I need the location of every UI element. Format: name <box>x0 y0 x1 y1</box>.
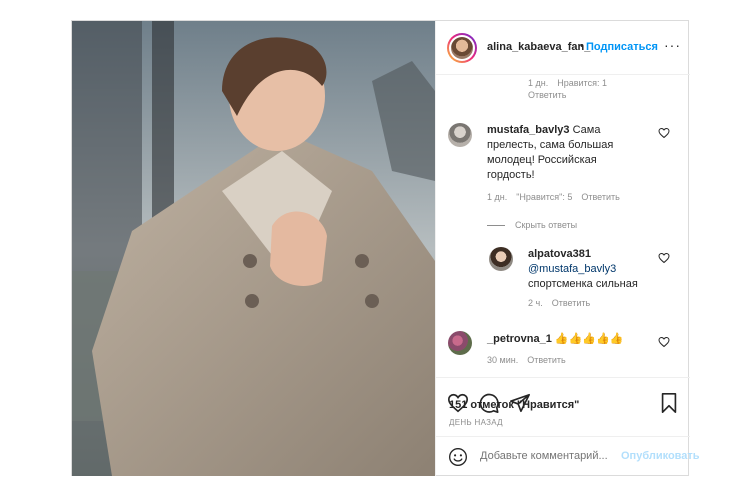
post-photo[interactable] <box>72 21 435 476</box>
comment-time: 1 дн. <box>528 78 549 88</box>
comment-text: _petrovna_1 👍👍👍👍👍 <box>487 332 647 347</box>
comment-text: alpatova381 @mustafa_bavly3 спортсменка … <box>528 247 648 292</box>
comment-meta: 1 дн. Нравится: 1 Ответить <box>528 78 616 100</box>
author-avatar[interactable] <box>447 33 477 63</box>
instagram-post: alina_kabaeva_fan_ • Подписаться ··· 1 д… <box>71 20 700 476</box>
hide-replies-button[interactable]: Скрыть ответы <box>487 220 577 230</box>
publish-button[interactable]: Опубликовать <box>621 450 700 462</box>
post-actions <box>436 377 690 413</box>
comment-text: mustafa_bavly3 Сама прелесть, сама больш… <box>487 123 647 183</box>
comments-list[interactable]: 1 дн. Нравится: 1 Ответить mustafa_bavly3… <box>436 75 690 375</box>
separator-dot: • <box>580 40 584 52</box>
comment-meta: 2 ч. Ответить <box>528 298 599 308</box>
commenter-username[interactable]: mustafa_bavly3 <box>487 124 570 136</box>
likes-count[interactable]: 151 отметок "Нравится" <box>449 399 579 411</box>
divider <box>487 225 505 227</box>
like-comment-heart-icon[interactable] <box>658 252 670 264</box>
hide-replies-label: Скрыть ответы <box>515 220 578 230</box>
reply-button[interactable]: Ответить <box>581 192 619 202</box>
reply-button[interactable]: Ответить <box>527 355 565 365</box>
post-sidebar: alina_kabaeva_fan_ • Подписаться ··· 1 д… <box>435 21 700 476</box>
mention-link[interactable]: @mustafa_bavly3 <box>528 263 616 275</box>
post-header: alina_kabaeva_fan_ • Подписаться ··· <box>436 21 690 75</box>
reply-button[interactable]: Ответить <box>528 90 566 100</box>
smiley-icon[interactable] <box>448 447 468 467</box>
post-photo-illustration <box>72 21 435 476</box>
post-date[interactable]: ДЕНЬ НАЗАД <box>449 418 503 427</box>
like-comment-heart-icon[interactable] <box>658 127 670 139</box>
commenter-avatar[interactable] <box>448 123 472 147</box>
comment-time: 1 дн. <box>487 192 508 202</box>
like-comment-heart-icon[interactable] <box>658 336 670 348</box>
commenter-avatar[interactable] <box>448 331 472 355</box>
comment-time: 30 мин. <box>487 355 519 365</box>
comment-input[interactable] <box>480 450 610 462</box>
follow-button[interactable]: Подписаться <box>586 41 658 53</box>
bookmark-icon[interactable] <box>658 392 680 414</box>
more-options-icon[interactable]: ··· <box>664 37 681 53</box>
comment-meta: 30 мин. Ответить <box>487 355 575 365</box>
comment-likes[interactable]: Нравится: 1 <box>557 78 607 88</box>
comment-time: 2 ч. <box>528 298 543 308</box>
comment-likes[interactable]: "Нравится": 5 <box>516 192 572 202</box>
commenter-username[interactable]: _petrovna_1 <box>487 333 552 345</box>
add-comment-bar: Опубликовать <box>436 436 700 476</box>
comment-meta: 1 дн. "Нравится": 5 Ответить <box>487 192 629 202</box>
comment-body: 👍👍👍👍👍 <box>554 333 624 345</box>
commenter-avatar[interactable] <box>489 247 513 271</box>
comment-body: спортсменка сильная <box>528 278 638 290</box>
reply-button[interactable]: Ответить <box>552 298 590 308</box>
commenter-username[interactable]: alpatova381 <box>528 248 591 260</box>
avatar-image <box>451 37 473 59</box>
author-username[interactable]: alina_kabaeva_fan_ <box>487 41 590 53</box>
